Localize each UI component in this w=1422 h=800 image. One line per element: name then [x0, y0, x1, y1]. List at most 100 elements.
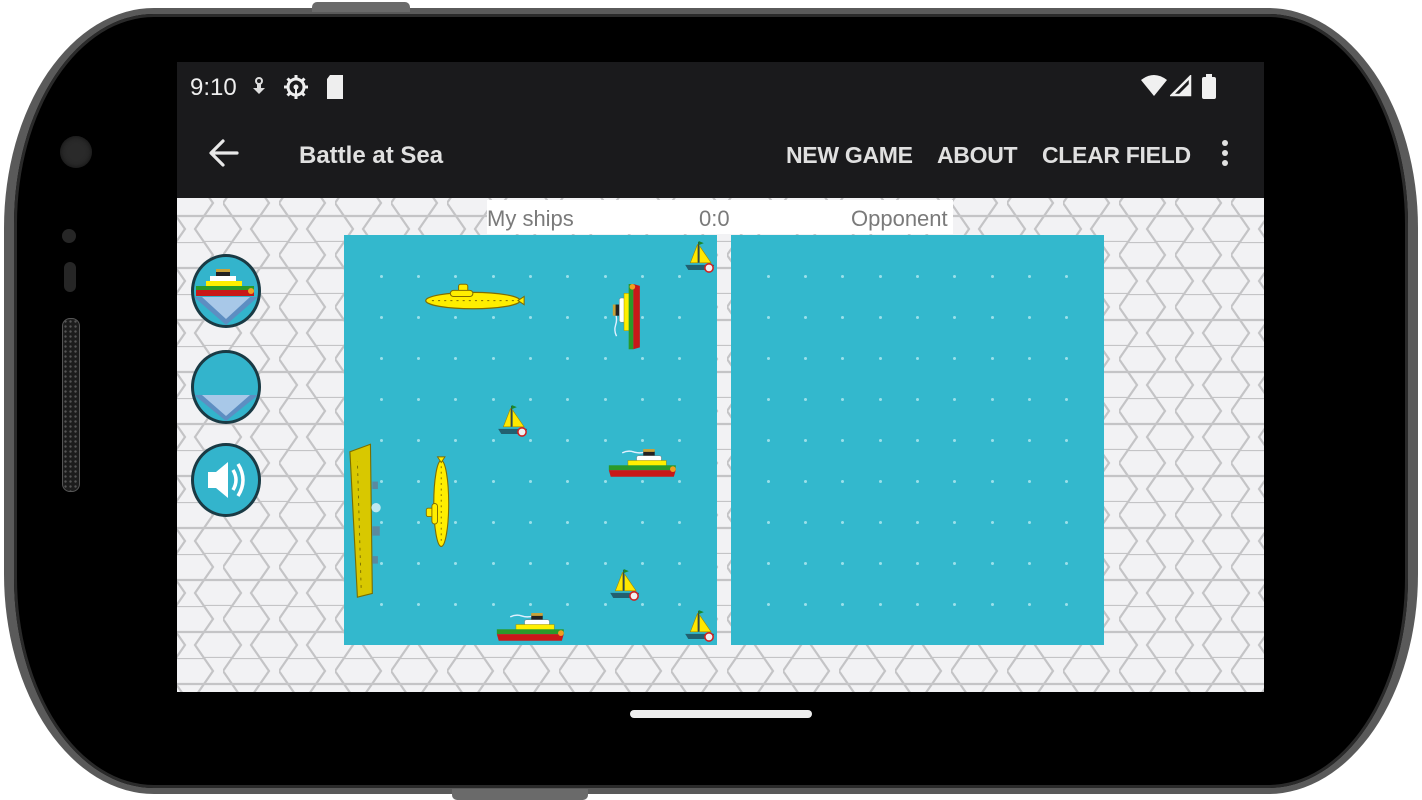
- grid-dot: [566, 315, 570, 319]
- opponent-board[interactable]: [731, 235, 1104, 645]
- grid-dot: [566, 520, 570, 524]
- grid-dot: [841, 274, 845, 278]
- grid-dot: [990, 520, 994, 524]
- score-header: My ships 0:0 Opponent: [487, 200, 953, 234]
- ship-steamboat[interactable]: [493, 604, 568, 645]
- grid-dot: [841, 315, 845, 319]
- grid-dot: [916, 274, 919, 278]
- new-game-button[interactable]: NEW GAME: [786, 142, 913, 169]
- grid-dot: [566, 561, 570, 565]
- score-display: 0:0: [699, 206, 730, 231]
- ship-icon: [194, 269, 258, 325]
- grid-dot: [766, 561, 770, 565]
- sound-button[interactable]: [191, 443, 261, 517]
- grid-dot: [529, 520, 532, 524]
- grid-dot: [1065, 520, 1069, 524]
- app-title: Battle at Sea: [299, 142, 444, 169]
- grid-dot: [878, 561, 882, 565]
- grid-dot: [491, 356, 495, 360]
- sea-icon: [194, 395, 258, 421]
- grid-dot: [804, 479, 808, 483]
- submarine-sprite: [424, 283, 525, 310]
- grid-dot: [766, 315, 770, 319]
- download-icon: [251, 76, 267, 103]
- overflow-menu-button[interactable]: [1217, 136, 1233, 176]
- grid-dot: [878, 438, 882, 442]
- grid-dot: [678, 561, 682, 565]
- grid-dot: [566, 274, 570, 278]
- grid-dot: [417, 602, 421, 606]
- steamboat-sprite: [608, 449, 676, 477]
- grid-dot: [916, 602, 919, 606]
- grid-dot: [566, 397, 570, 401]
- grid-dot: [953, 561, 957, 565]
- sd-card-icon: [325, 74, 345, 105]
- opponent-label: Opponent: [851, 206, 948, 231]
- ship-submarine[interactable]: [419, 276, 531, 317]
- grid-dot: [1065, 274, 1069, 278]
- grid-dot: [1027, 397, 1031, 401]
- grid-dot: [1065, 561, 1069, 565]
- ship-steamboat[interactable]: [605, 440, 680, 481]
- grid-dot: [566, 438, 570, 442]
- grid-dot: [1065, 479, 1069, 483]
- steamboat-sprite: [497, 613, 564, 641]
- grid-dot: [766, 397, 770, 401]
- grid-dot: [766, 438, 770, 442]
- ship-sailboat[interactable]: [605, 563, 642, 604]
- ship-sailboat[interactable]: [493, 399, 530, 440]
- ship-aircraft-carrier[interactable]: [344, 440, 381, 604]
- grid-dot: [953, 315, 957, 319]
- ship-steamboat[interactable]: [605, 276, 642, 358]
- grid-dot: [1065, 602, 1069, 606]
- grid-dot: [1027, 602, 1031, 606]
- grid-dot: [804, 438, 808, 442]
- ship-sailboat[interactable]: [680, 235, 717, 276]
- grid-dot: [953, 274, 957, 278]
- ship-submarine[interactable]: [419, 440, 456, 563]
- grid-dot: [953, 356, 957, 360]
- clear-field-button[interactable]: CLEAR FIELD: [1042, 142, 1191, 169]
- back-button[interactable]: [207, 136, 243, 176]
- grid-dot: [841, 479, 845, 483]
- grid-dot: [491, 520, 495, 524]
- grid-dot: [566, 356, 570, 360]
- grid-dot: [603, 397, 607, 401]
- grid-dot: [678, 520, 682, 524]
- grid-dot: [1027, 356, 1031, 360]
- grid-dot: [916, 561, 919, 565]
- proximity-sensor: [62, 229, 76, 243]
- ship-placement-button[interactable]: [191, 254, 261, 328]
- grid-dot: [804, 274, 808, 278]
- grid-dot: [379, 315, 383, 319]
- grid-dot: [916, 356, 919, 360]
- about-button[interactable]: ABOUT: [937, 142, 1018, 169]
- grid-dot: [529, 479, 532, 483]
- grid-dot: [804, 602, 808, 606]
- grid-dot: [953, 602, 957, 606]
- ship-sailboat[interactable]: [680, 604, 717, 645]
- my-ships-label: My ships: [487, 206, 574, 231]
- grid-dot: [841, 397, 845, 401]
- empty-sea-button[interactable]: [191, 350, 261, 424]
- grid-dot: [1027, 315, 1031, 319]
- grid-dot: [1027, 274, 1031, 278]
- grid-dot: [953, 520, 957, 524]
- grid-dot: [878, 520, 882, 524]
- grid-dot: [640, 520, 644, 524]
- grid-dot: [678, 397, 682, 401]
- grid-dot: [454, 356, 458, 360]
- home-gesture-bar[interactable]: [630, 710, 812, 718]
- grid-dot: [841, 561, 845, 565]
- grid-dot: [529, 356, 532, 360]
- grid-dot: [678, 356, 682, 360]
- grid-dot: [878, 274, 882, 278]
- grid-dot: [766, 479, 770, 483]
- grid-dot: [990, 602, 994, 606]
- grid-dot: [916, 315, 919, 319]
- more-vert-icon: [1217, 140, 1233, 166]
- speaker-icon: [208, 462, 245, 498]
- battery-icon: [1201, 74, 1217, 105]
- grid-dot: [841, 356, 845, 360]
- my-board[interactable]: [344, 235, 717, 645]
